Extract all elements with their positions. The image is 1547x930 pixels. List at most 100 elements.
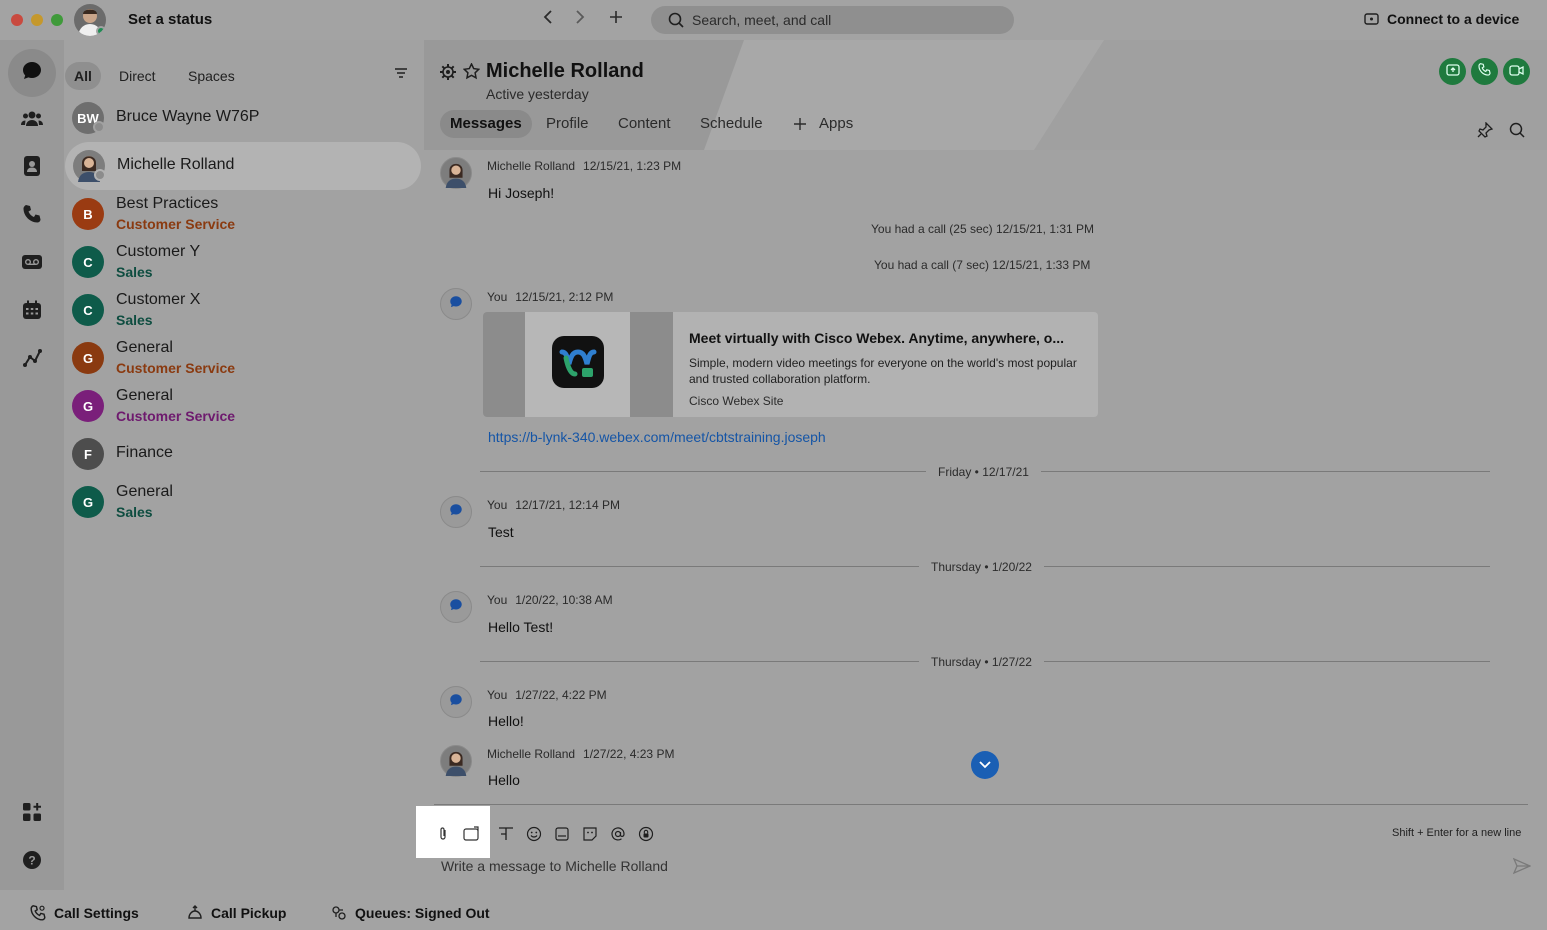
device-icon	[1364, 13, 1379, 31]
filter-spaces[interactable]: Spaces	[179, 62, 244, 90]
message-author: You	[487, 688, 508, 702]
filter-sort-icon[interactable]	[395, 66, 407, 84]
message-input[interactable]: Write a message to Michelle Rolland	[441, 858, 668, 874]
avatar: C	[72, 246, 104, 278]
search-icon	[668, 12, 684, 33]
message-time: 1/27/22, 4:23 PM	[583, 747, 675, 761]
filter-direct[interactable]: Direct	[110, 62, 165, 90]
search-placeholder: Search, meet, and call	[692, 12, 832, 28]
avatar	[440, 686, 472, 718]
text-format-icon[interactable]	[498, 826, 514, 842]
workflow-icon	[22, 348, 42, 373]
mention-icon[interactable]	[610, 826, 626, 842]
rail-help[interactable]: ?	[8, 838, 56, 886]
rail-apps[interactable]	[8, 790, 56, 838]
set-status-button[interactable]: Set a status	[128, 11, 212, 28]
pin-icon[interactable]	[1477, 121, 1494, 143]
filter-all[interactable]: All	[65, 62, 101, 90]
webex-logo-icon	[551, 336, 604, 393]
search-icon[interactable]	[1509, 122, 1525, 143]
my-avatar[interactable]	[74, 4, 106, 36]
minimize-window-button[interactable]	[31, 14, 43, 26]
conversation-name: Best Practices	[116, 195, 219, 212]
video-call-button[interactable]	[1503, 58, 1530, 85]
rail-workflows[interactable]	[8, 336, 56, 384]
list-item[interactable]: G General Customer Service	[64, 382, 420, 430]
share-screen-button[interactable]	[1439, 58, 1466, 85]
rail-calling[interactable]	[8, 192, 56, 240]
gif-icon[interactable]	[554, 826, 570, 842]
date-label: Thursday • 1/20/22	[919, 560, 1044, 574]
avatar	[440, 745, 472, 777]
avatar: G	[72, 486, 104, 518]
page-title: Michelle Rolland	[486, 60, 644, 82]
avatar: C	[72, 294, 104, 326]
list-item[interactable]: B Best Practices Customer Service	[64, 190, 420, 238]
tab-schedule[interactable]: Schedule	[690, 110, 773, 138]
queues-icon	[331, 905, 347, 924]
message-time: 12/17/21, 12:14 PM	[515, 498, 620, 512]
call-pickup-icon	[187, 905, 203, 924]
tab-apps[interactable]: Apps	[809, 110, 863, 138]
tab-content[interactable]: Content	[608, 110, 681, 138]
avatar: B	[72, 198, 104, 230]
add-plus-icon[interactable]	[793, 117, 807, 136]
avatar	[440, 591, 472, 623]
list-item[interactable]: Michelle Rolland	[65, 142, 421, 190]
message-meta: You 12/15/21, 2:12 PM	[487, 290, 613, 304]
calendar-icon	[22, 300, 42, 325]
back-arrow-icon[interactable]	[538, 9, 558, 30]
attach-file-icon[interactable]	[435, 826, 451, 842]
search-input[interactable]: Search, meet, and call	[651, 6, 1014, 34]
new-plus-icon[interactable]	[606, 9, 626, 30]
call-settings-label: Call Settings	[54, 905, 139, 921]
avatar: F	[72, 438, 104, 470]
settings-gear-icon[interactable]	[440, 64, 456, 85]
conversation-pane: Michelle Rolland Active yesterday Messag…	[424, 40, 1547, 890]
favorite-star-icon[interactable]	[462, 62, 481, 85]
conversation-name: General	[116, 339, 173, 356]
chat-bubble-icon	[449, 598, 463, 617]
forward-arrow-icon[interactable]	[570, 9, 590, 30]
list-item[interactable]: C Customer X Sales	[64, 286, 420, 334]
audio-call-button[interactable]	[1471, 58, 1498, 85]
emoji-icon[interactable]	[526, 826, 542, 842]
team-icon	[21, 109, 43, 132]
list-item[interactable]: G General Customer Service	[64, 334, 420, 382]
list-item[interactable]: G General Sales	[64, 478, 420, 526]
tab-profile[interactable]: Profile	[536, 110, 599, 138]
chevron-down-icon	[979, 756, 991, 774]
message-body: Hello Test!	[488, 619, 554, 635]
link-preview-card[interactable]: Meet virtually with Cisco Webex. Anytime…	[483, 312, 1098, 417]
rail-messaging[interactable]	[8, 49, 56, 97]
contacts-icon	[22, 155, 42, 182]
message-author: Michelle Rolland	[487, 747, 576, 761]
link-preview-description: Simple, modern video meetings for everyo…	[689, 356, 1077, 386]
private-message-icon[interactable]	[638, 826, 654, 842]
sticker-icon[interactable]	[582, 826, 598, 842]
rail-teams[interactable]	[8, 96, 56, 144]
send-icon[interactable]	[1512, 857, 1532, 880]
rail-voicemail[interactable]	[8, 240, 56, 288]
chat-bubble-icon	[449, 693, 463, 712]
message-time: 12/15/21, 1:23 PM	[583, 159, 682, 173]
maximize-window-button[interactable]	[51, 14, 63, 26]
close-window-button[interactable]	[11, 14, 23, 26]
rail-meetings[interactable]	[8, 288, 56, 336]
scroll-to-bottom-button[interactable]	[971, 751, 999, 779]
list-item[interactable]: F Finance	[64, 430, 420, 478]
message-meta: Michelle Rolland 1/27/22, 4:23 PM	[487, 747, 674, 761]
tab-messages[interactable]: Messages	[440, 110, 532, 138]
rail-contacts[interactable]	[8, 144, 56, 192]
conversation-team: Sales	[116, 264, 153, 280]
conversation-team: Customer Service	[116, 360, 236, 376]
list-item[interactable]: BW Bruce Wayne W76P	[64, 94, 420, 142]
meeting-link[interactable]: https://b-lynk-340.webex.com/meet/cbtstr…	[488, 429, 826, 445]
chat-bubble-icon	[449, 503, 463, 522]
call-log: You had a call (25 sec) 12/15/21, 1:31 P…	[871, 222, 1095, 236]
share-screenshot-icon[interactable]	[463, 826, 479, 842]
connect-device-button[interactable]: Connect to a device	[1387, 11, 1519, 27]
list-item[interactable]: C Customer Y Sales	[64, 238, 420, 286]
message-author: You	[487, 593, 508, 607]
conversation-name: Finance	[116, 444, 173, 461]
